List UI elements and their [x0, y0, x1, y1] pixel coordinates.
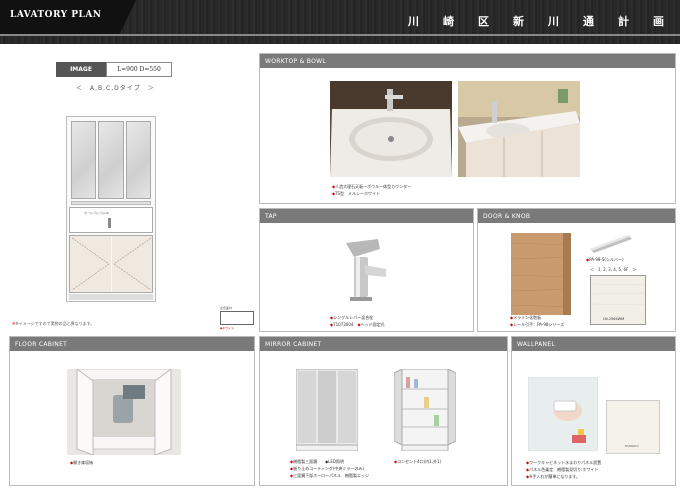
mirror-panel: [125, 121, 151, 199]
cabinet-door: [70, 236, 111, 292]
image-size-box: IMAGE L=900 D=550: [56, 62, 172, 77]
wallpanel-panel: WALLPANEL PANNIDO ◆ワークキャビネット水まわりパネル設置 ◆パ…: [511, 336, 676, 486]
door-swing-lines: [71, 237, 110, 291]
door-white-sample: LN-2564WM: [590, 275, 646, 325]
panel-brand: PANNIDO: [625, 444, 639, 448]
color-swatch-box: 扉色面材 ◆ホワイト: [220, 306, 254, 330]
knob-label: ◆PA-98-S(シルバー): [586, 257, 624, 262]
wall-bullet: ◆※手入れが簡単になります。: [526, 474, 581, 479]
tap-bullet: ◆シングルレバー混合栓: [330, 315, 374, 320]
project-name: 川 崎 区 新 川 通 計 画: [408, 13, 664, 29]
cabinet-door: [111, 236, 152, 292]
door-bullet: ◆レール引手：PA-98シリーズ: [510, 322, 565, 327]
mirror-open-photo: [394, 369, 456, 451]
image-label: IMAGE: [56, 62, 106, 77]
project-char: 通: [583, 15, 594, 28]
mirror-closed-image: [296, 369, 358, 451]
plan-title: LAVATORY PLAN: [10, 10, 102, 20]
mirror-panel: [98, 121, 124, 199]
mirror-bullet: ◆樹脂製三面鏡 ◆LED照明: [290, 459, 344, 464]
type-selector[interactable]: ＜ A,B,C,Dタイプ ＞: [76, 83, 155, 92]
mirror-bullet: ◆三面鏡下部ホーローパネル 樹脂製エッジ: [290, 473, 370, 478]
bowl-label: ボールバルブ(A,B): [84, 211, 110, 215]
mirror-open-image: [394, 369, 456, 451]
header-divider: [0, 34, 680, 36]
project-char: 区: [478, 15, 489, 28]
door-code: LN-2564WM: [603, 317, 625, 321]
three-panel-mirror: [71, 121, 151, 199]
mirror-title: MIRROR CABINET: [260, 337, 507, 351]
mirror-bullet: ◆曇り止めコーティング(中央ミラーのみ): [290, 466, 364, 471]
floor-cabinet-photo: [67, 361, 181, 455]
open-cabinet-image: [67, 361, 181, 455]
knob-types: ＜ 1, 2, 3, 4, 5, 6F ＞: [590, 267, 637, 272]
project-char: 計: [618, 15, 629, 28]
mirror-closed-photo: [296, 369, 358, 451]
floor-title: FLOOR CABINET: [10, 337, 254, 351]
worktop-title: WORKTOP & BOWL: [260, 54, 675, 68]
floor-bullet: ◆開き扉収納: [70, 460, 94, 465]
header-bar: LAVATORY PLAN 川 崎 区 新 川 通 計 画: [0, 0, 680, 44]
floor-cabinet-doors: [69, 235, 153, 293]
mirror-light-strip: [71, 201, 151, 205]
bowl-counter: ボールバルブ(A,B): [69, 207, 153, 233]
wood-sample-image: [511, 233, 571, 315]
plan-title-tab: LAVATORY PLAN: [0, 0, 136, 34]
door-knob-panel: DOOR & KNOB ◆PA-98-S(シルバー) ＜ 1, 2, 3, 4,…: [477, 208, 676, 332]
image-note: ※※イメージですので実物の品と異なります。: [12, 321, 95, 326]
tap-bullet: ◆71073004 ◆ヘッド固定式: [330, 322, 385, 327]
mirror-panel: [71, 121, 97, 199]
faucet-icon: [346, 239, 386, 301]
mirror-cabinet-panel: MIRROR CABINET ◆樹脂製三面鏡 ◆LED照明 ◆曇り止めコーティン…: [259, 336, 508, 486]
vanity-photo: [458, 81, 580, 177]
door-bullet: ◆メラミン化粧板: [510, 315, 542, 320]
swatch-label: 扉色面材: [220, 306, 233, 310]
bowl-image: [330, 81, 452, 177]
swatch-caption: ◆ホワイト: [220, 326, 235, 330]
door-wood-sample: [511, 233, 571, 315]
color-swatch: [220, 311, 254, 325]
tap-panel: TAP ◆シングルレバー混合栓 ◆71073004 ◆ヘッド固定式: [259, 208, 474, 332]
faucet-mini: [108, 218, 111, 228]
wall-panel-sample: PANNIDO: [606, 400, 660, 454]
wall-title: WALLPANEL: [512, 337, 675, 351]
worktop-bullet: ◆TS型 メルレーホワイト: [332, 191, 381, 196]
door-swing-lines: [112, 237, 151, 291]
faucet-photo: [334, 235, 390, 305]
floor-cabinet-panel: FLOOR CABINET ◆開き扉収納: [9, 336, 255, 486]
knob-photo: [588, 231, 634, 253]
bowl-photo: [330, 81, 452, 177]
tap-title: TAP: [260, 209, 473, 223]
cabinet-plinth: [69, 294, 153, 300]
project-char: 崎: [443, 15, 454, 28]
wall-bullet: ◆ワークキャビネット水まわりパネル設置: [526, 460, 602, 465]
project-char: 新: [513, 15, 524, 28]
size-text: L=900 D=550: [106, 62, 172, 77]
worktop-bullet: ◆人造大理石天板一ボウル一体型カウンター: [332, 184, 412, 189]
door-title: DOOR & KNOB: [478, 209, 675, 223]
vanity-image: [458, 81, 580, 177]
rail-handle-icon: [590, 235, 632, 253]
wall-bullet: ◆パネル色乗定 樹脂製見切り:ホワイト: [526, 467, 599, 472]
project-char: 川: [408, 15, 419, 28]
worktop-panel: WORKTOP & BOWL ◆人造大理石天板一ボウル一体型カウンター ◆TS型…: [259, 53, 676, 204]
mirror-bullet: ◆コンセント4口(内1,外1): [394, 459, 442, 464]
project-char: 川: [548, 15, 559, 28]
cleaning-wall-image: [528, 377, 598, 451]
wall-photo: [528, 377, 598, 451]
project-char: 画: [653, 15, 664, 28]
vanity-elevation-drawing: ボールバルブ(A,B): [66, 116, 156, 302]
